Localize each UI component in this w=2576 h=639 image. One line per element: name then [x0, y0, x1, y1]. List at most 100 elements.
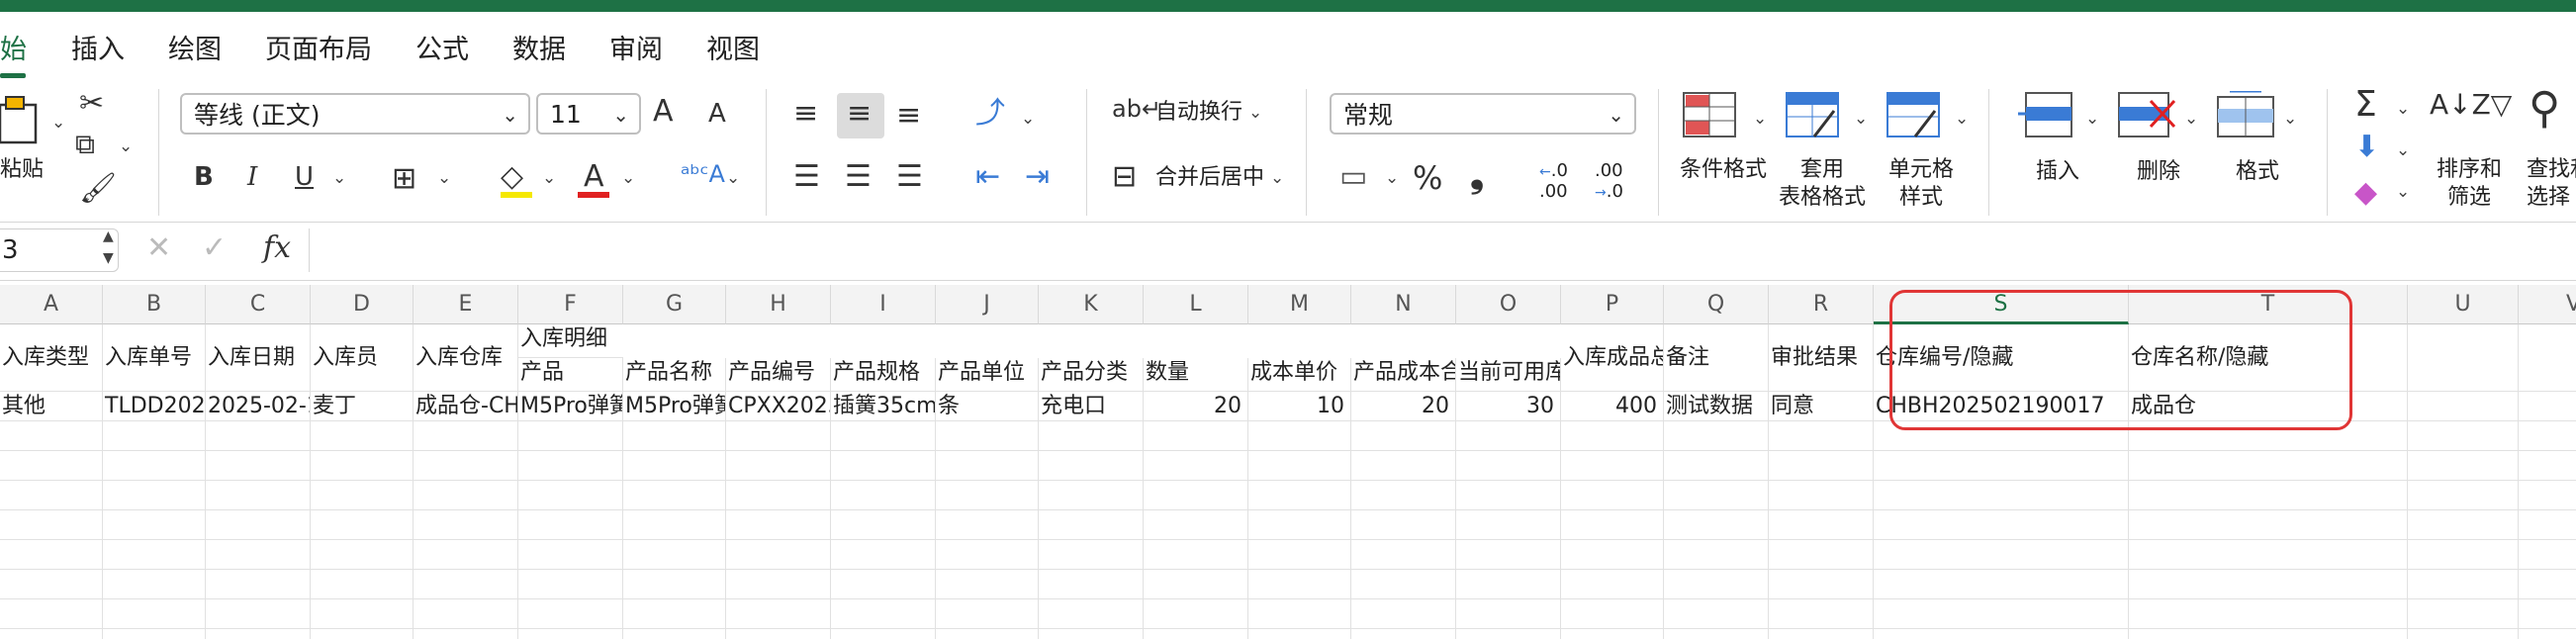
empty-cell[interactable]	[311, 421, 414, 451]
header-cell-i[interactable]: 产品规格	[831, 358, 936, 392]
empty-cell[interactable]	[1039, 451, 1144, 481]
data-cell-p[interactable]: 400	[1561, 392, 1664, 421]
increase-decimal-button[interactable]: ←.0.00	[1539, 160, 1568, 202]
empty-cell[interactable]	[1144, 540, 1248, 570]
font-color-icon[interactable]: A	[584, 162, 604, 192]
tab-data[interactable]: 数据	[512, 28, 566, 66]
empty-cell[interactable]	[2519, 540, 2576, 570]
column-header-n[interactable]: N	[1351, 285, 1456, 324]
empty-cell[interactable]	[103, 510, 206, 540]
empty-cell[interactable]	[1039, 421, 1144, 451]
empty-cell[interactable]	[0, 540, 103, 570]
column-header-e[interactable]: E	[414, 285, 518, 324]
empty-cell[interactable]	[1456, 421, 1561, 451]
font-size-dropdown[interactable]: 11 ⌄	[536, 93, 641, 135]
column-header-q[interactable]: Q	[1664, 285, 1769, 324]
empty-cell[interactable]	[1561, 570, 1664, 599]
data-cell-j[interactable]: 条	[936, 392, 1039, 421]
empty-cell[interactable]	[1769, 451, 1874, 481]
empty-cell[interactable]	[623, 599, 726, 629]
table-format-chevron-icon[interactable]: ⌄	[1854, 109, 1868, 129]
decrease-decimal-button[interactable]: .00 →.0	[1595, 160, 1623, 202]
empty-cell[interactable]	[103, 599, 206, 629]
empty-cell[interactable]	[726, 570, 831, 599]
name-box-stepper-down-icon[interactable]: ▼	[103, 250, 114, 266]
data-cell-n[interactable]: 20	[1351, 392, 1456, 421]
table-format-button[interactable]	[1785, 91, 1842, 140]
empty-cell[interactable]	[936, 451, 1039, 481]
name-box-stepper-up-icon[interactable]: ▲	[103, 228, 114, 244]
header-cell-n[interactable]: 产品成本合	[1351, 358, 1456, 392]
empty-cell[interactable]	[831, 481, 936, 510]
empty-cell[interactable]	[726, 510, 831, 540]
empty-cell[interactable]	[103, 629, 206, 639]
column-header-i[interactable]: I	[831, 285, 936, 324]
empty-cell[interactable]	[936, 481, 1039, 510]
data-cell-r[interactable]: 同意	[1769, 392, 1874, 421]
empty-cell[interactable]	[0, 510, 103, 540]
empty-cell[interactable]	[311, 510, 414, 540]
empty-cell[interactable]	[518, 599, 623, 629]
empty-cell[interactable]	[2129, 451, 2408, 481]
empty-cell[interactable]	[1874, 570, 2129, 599]
header-cell-u[interactable]	[2408, 324, 2519, 392]
empty-cell[interactable]	[831, 421, 936, 451]
paste-options-chevron-icon[interactable]: ⌄	[51, 113, 65, 133]
phonetic-guide-icon[interactable]: ᵃᵇᶜA	[681, 162, 725, 186]
fill-icon[interactable]: ⬇	[2354, 133, 2379, 162]
column-header-o[interactable]: O	[1456, 285, 1561, 324]
empty-cell[interactable]	[623, 451, 726, 481]
cell-style-chevron-icon[interactable]: ⌄	[1955, 109, 1969, 129]
empty-cell[interactable]	[1456, 451, 1561, 481]
confirm-icon[interactable]: ✓	[202, 230, 227, 265]
align-bottom-icon[interactable]: ≡	[896, 101, 921, 131]
borders-chevron-icon[interactable]: ⌄	[437, 168, 451, 188]
column-header-k[interactable]: K	[1039, 285, 1144, 324]
empty-cell[interactable]	[936, 570, 1039, 599]
empty-cell[interactable]	[2408, 421, 2519, 451]
empty-cell[interactable]	[2129, 540, 2408, 570]
empty-cell[interactable]	[0, 599, 103, 629]
empty-cell[interactable]	[726, 421, 831, 451]
column-header-u[interactable]: U	[2408, 285, 2519, 324]
insert-chevron-icon[interactable]: ⌄	[2085, 109, 2099, 129]
header-cell-m-top[interactable]	[1248, 324, 1351, 358]
empty-cell[interactable]	[2519, 510, 2576, 540]
empty-cell[interactable]	[1456, 629, 1561, 639]
data-cell-i[interactable]: 插簧35cm-	[831, 392, 936, 421]
fill-color-chevron-icon[interactable]: ⌄	[542, 168, 556, 188]
empty-cell[interactable]	[1248, 481, 1351, 510]
empty-cell[interactable]	[414, 481, 518, 510]
empty-cell[interactable]	[1561, 421, 1664, 451]
empty-cell[interactable]	[1144, 451, 1248, 481]
empty-cell[interactable]	[0, 421, 103, 451]
empty-cell[interactable]	[206, 540, 311, 570]
empty-cell[interactable]	[1769, 570, 1874, 599]
header-cell-j[interactable]: 产品单位	[936, 358, 1039, 392]
empty-cell[interactable]	[1561, 510, 1664, 540]
data-cell-o[interactable]: 30	[1456, 392, 1561, 421]
empty-cell[interactable]	[1351, 451, 1456, 481]
empty-cell[interactable]	[518, 510, 623, 540]
empty-cell[interactable]	[2408, 481, 2519, 510]
empty-cell[interactable]	[1769, 421, 1874, 451]
data-cell-e[interactable]: 成品仓-CH	[414, 392, 518, 421]
column-header-g[interactable]: G	[623, 285, 726, 324]
empty-cell[interactable]	[1144, 421, 1248, 451]
italic-button[interactable]: I	[247, 164, 257, 190]
bold-button[interactable]: B	[194, 164, 214, 190]
empty-cell[interactable]	[311, 540, 414, 570]
empty-cell[interactable]	[2408, 629, 2519, 639]
empty-cell[interactable]	[0, 481, 103, 510]
empty-cell[interactable]	[1351, 570, 1456, 599]
tab-home[interactable]: 始	[0, 28, 27, 66]
sort-filter-icon[interactable]: A↓Z▽	[2430, 91, 2512, 119]
insert-function-button[interactable]: fx	[263, 230, 291, 265]
delete-cells-button[interactable]	[2117, 91, 2178, 140]
empty-cell[interactable]	[103, 540, 206, 570]
empty-cell[interactable]	[2519, 629, 2576, 639]
header-cell-m[interactable]: 成本单价	[1248, 358, 1351, 392]
header-cell-p[interactable]: 入库成品总	[1561, 324, 1664, 392]
empty-cell[interactable]	[1248, 599, 1351, 629]
percent-style-button[interactable]: %	[1413, 162, 1442, 194]
